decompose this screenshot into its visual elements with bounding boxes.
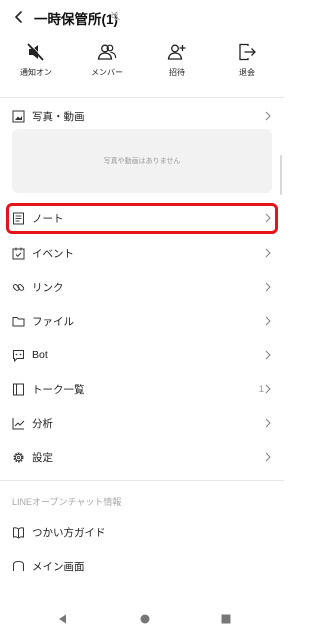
chevron-right-icon bbox=[265, 350, 271, 360]
highlight-frame bbox=[6, 203, 278, 234]
action-bar: 通知オン メンバー 招待 退会 bbox=[0, 40, 284, 80]
menu-item-link[interactable]: リンク bbox=[0, 270, 284, 304]
menu-item-talk-list[interactable]: トーク一覧 1 bbox=[0, 372, 284, 406]
menu-item-label: イベント bbox=[32, 247, 74, 260]
muted-indicator-icon bbox=[111, 11, 121, 21]
menu-item-analytics[interactable]: 分析 bbox=[0, 406, 284, 440]
folder-icon bbox=[12, 316, 25, 326]
menu-item-bot[interactable]: Bot bbox=[0, 338, 284, 372]
chevron-right-icon bbox=[265, 248, 271, 258]
menu-item-settings[interactable]: 設定 bbox=[0, 440, 284, 474]
menu-item-main-screen[interactable]: メイン画面 bbox=[0, 549, 284, 583]
invite-button[interactable]: 招待 bbox=[147, 40, 207, 80]
scrollbar[interactable] bbox=[280, 155, 282, 195]
menu-item-photos[interactable]: 写真・動画 bbox=[0, 99, 284, 133]
analytics-icon bbox=[12, 417, 25, 429]
gear-icon bbox=[13, 452, 24, 462]
menu-item-label: 設定 bbox=[32, 451, 53, 464]
section-header: LINEオープンチャット情報 bbox=[12, 497, 122, 507]
guide-book-icon bbox=[13, 526, 24, 539]
nav-recents-icon[interactable] bbox=[219, 612, 233, 626]
members-label: メンバー bbox=[91, 68, 123, 77]
menu-item-label: リンク bbox=[32, 281, 64, 294]
leave-label: 退会 bbox=[239, 68, 255, 77]
speaker-muted-icon bbox=[27, 42, 45, 61]
divider bbox=[0, 97, 284, 98]
menu-item-label: 分析 bbox=[32, 417, 53, 430]
photo-icon bbox=[12, 110, 25, 122]
menu-item-label: トーク一覧 bbox=[32, 383, 85, 396]
nav-back-icon[interactable] bbox=[56, 612, 70, 626]
menu-item-guide[interactable]: つかい方ガイド bbox=[0, 515, 284, 549]
main-screen-icon bbox=[13, 560, 24, 571]
menu-item-label: つかい方ガイド bbox=[32, 526, 106, 539]
talk-list-icon bbox=[13, 383, 24, 395]
chevron-right-icon bbox=[265, 384, 271, 394]
chevron-right-icon bbox=[265, 282, 271, 292]
members-button[interactable]: メンバー bbox=[77, 40, 137, 80]
nav-home-icon[interactable] bbox=[138, 612, 152, 626]
menu-item-file[interactable]: ファイル bbox=[0, 304, 284, 338]
menu-item-label: Bot bbox=[32, 349, 48, 361]
bot-icon bbox=[13, 349, 24, 362]
top-bar: 一時保管所(1) bbox=[0, 0, 284, 36]
invite-label: 招待 bbox=[169, 68, 185, 77]
menu-item-label: メイン画面 bbox=[32, 560, 85, 573]
empty-message: 写真や動画はありません bbox=[103, 158, 181, 165]
menu-item-label: ファイル bbox=[32, 315, 74, 328]
menu-item-event[interactable]: イベント bbox=[0, 236, 284, 270]
chevron-right-icon bbox=[265, 418, 271, 428]
back-arrow-icon[interactable] bbox=[8, 6, 30, 28]
notification-label: 通知オン bbox=[20, 68, 52, 77]
members-icon bbox=[97, 44, 117, 60]
system-nav-bar bbox=[0, 604, 284, 636]
calendar-icon bbox=[12, 247, 25, 259]
menu-item-label: 写真・動画 bbox=[32, 110, 85, 123]
link-icon bbox=[12, 283, 25, 291]
leave-icon bbox=[239, 43, 256, 61]
divider bbox=[0, 480, 284, 481]
chevron-right-icon bbox=[265, 111, 271, 121]
chevron-right-icon bbox=[265, 452, 271, 462]
chevron-right-icon bbox=[265, 316, 271, 326]
leave-button[interactable]: 退会 bbox=[217, 40, 277, 80]
page-title: 一時保管所(1) bbox=[34, 12, 118, 27]
photos-empty-panel: 写真や動画はありません bbox=[12, 129, 272, 193]
add-person-icon bbox=[167, 44, 186, 60]
notification-button[interactable]: 通知オン bbox=[6, 40, 66, 80]
